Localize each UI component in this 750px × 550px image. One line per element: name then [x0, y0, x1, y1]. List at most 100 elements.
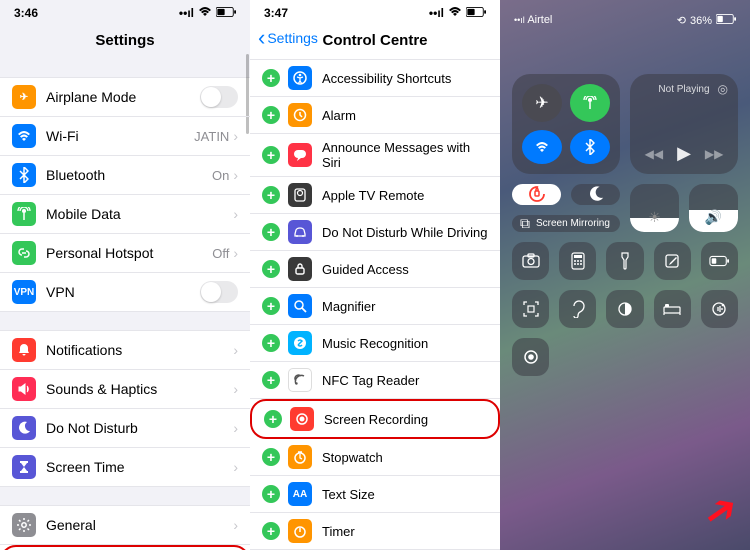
chevron-right-icon: ›	[233, 517, 238, 533]
chevron-right-icon: ›	[233, 342, 238, 358]
airplane-toggle[interactable]: ✈	[522, 84, 562, 122]
item-label: Accessibility Shortcuts	[322, 71, 488, 86]
hearing-tile[interactable]	[559, 290, 596, 328]
screen-mirroring-icon: ⧉	[520, 215, 530, 232]
car-icon	[288, 220, 312, 244]
bell-icon	[12, 338, 36, 362]
battery-icon	[716, 14, 736, 27]
status-bar: 3:47 ••ıl	[250, 0, 500, 24]
media-module[interactable]: ◎ Not Playing ◀◀ ▶ ▶▶	[630, 74, 738, 174]
cc-item-text-size[interactable]: +AAText Size	[250, 476, 500, 513]
volume-slider[interactable]: 🔊	[689, 184, 738, 232]
low-power-tile[interactable]	[701, 242, 738, 280]
status-indicators: ••ıl	[179, 6, 236, 20]
chevron-right-icon: ›	[233, 420, 238, 436]
gear-icon	[12, 513, 36, 537]
add-button[interactable]: +	[262, 260, 280, 278]
settings-row-wi-fi[interactable]: Wi-FiJATIN›	[0, 117, 250, 156]
sound-tile[interactable]	[701, 290, 738, 328]
notes-tile[interactable]	[654, 242, 691, 280]
toggle[interactable]	[200, 281, 238, 303]
cc-item-music-recognition[interactable]: +Music Recognition	[250, 325, 500, 362]
add-button[interactable]: +	[262, 371, 280, 389]
dark-mode-tile[interactable]	[606, 290, 643, 328]
cc-item-stopwatch[interactable]: +Stopwatch	[250, 439, 500, 476]
row-label: Bluetooth	[46, 167, 212, 183]
rec-icon	[290, 407, 314, 431]
cc-item-do-not-disturb-while-driving[interactable]: +Do Not Disturb While Driving	[250, 214, 500, 251]
cc-item-accessibility-shortcuts[interactable]: + Accessibility Shortcuts	[250, 60, 500, 97]
chevron-right-icon: ›	[233, 128, 238, 144]
page-title: Settings	[0, 24, 250, 59]
cc-item-screen-recording[interactable]: +Screen Recording	[250, 399, 500, 439]
settings-row-notifications[interactable]: Notifications›	[0, 331, 250, 370]
next-track-icon[interactable]: ▶▶	[705, 147, 723, 161]
add-button[interactable]: +	[262, 485, 280, 503]
camera-tile[interactable]	[512, 242, 549, 280]
calculator-tile[interactable]	[559, 242, 596, 280]
rotation-lock-icon: ⟲	[677, 14, 686, 27]
msg-icon	[288, 143, 312, 167]
wifi-toggle[interactable]	[522, 130, 562, 164]
screen-mirroring-tile[interactable]: ⧉ Screen Mirroring	[512, 215, 620, 233]
cc-item-alarm[interactable]: +Alarm	[250, 97, 500, 134]
battery-percent: 36%	[690, 15, 712, 27]
settings-row-personal-hotspot[interactable]: Personal HotspotOff›	[0, 234, 250, 273]
add-button[interactable]: +	[262, 146, 280, 164]
screen-record-tile[interactable]	[512, 338, 549, 376]
settings-row-airplane-mode[interactable]: ✈Airplane Mode	[0, 78, 250, 117]
toggle[interactable]	[200, 86, 238, 108]
signal-icon: ••ıl	[429, 6, 444, 20]
add-button[interactable]: +	[262, 106, 280, 124]
cc-item-timer[interactable]: +Timer	[250, 513, 500, 550]
add-button[interactable]: +	[262, 186, 280, 204]
settings-row-vpn[interactable]: VPNVPN	[0, 273, 250, 311]
bluetooth-toggle[interactable]	[570, 130, 610, 164]
wifi-icon	[448, 6, 462, 20]
mag-icon	[288, 294, 312, 318]
add-button[interactable]: +	[262, 522, 280, 540]
cc-item-guided-access[interactable]: +Guided Access	[250, 251, 500, 288]
settings-row-control-centre[interactable]: Control Centre›	[0, 545, 250, 550]
status-time: 3:46	[14, 6, 38, 20]
rotation-lock-tile[interactable]	[512, 184, 561, 205]
VPN-icon: VPN	[12, 280, 36, 304]
connectivity-module[interactable]: ✈	[512, 74, 620, 174]
brightness-icon: ☀	[648, 209, 661, 226]
sleep-tile[interactable]	[654, 290, 691, 328]
settings-row-do-not-disturb[interactable]: Do Not Disturb›	[0, 409, 250, 448]
settings-row-screen-time[interactable]: Screen Time›	[0, 448, 250, 486]
page-title: Control Centre	[323, 32, 428, 49]
cc-item-magnifier[interactable]: + Magnifier	[250, 288, 500, 325]
airplay-icon[interactable]: ◎	[718, 82, 728, 96]
status-bar: 3:46 ••ıl	[0, 0, 250, 24]
add-button[interactable]: +	[264, 410, 282, 428]
cc-item-apple-tv-remote[interactable]: +Apple TV Remote	[250, 177, 500, 214]
add-button[interactable]: +	[262, 448, 280, 466]
settings-row-mobile-data[interactable]: Mobile Data›	[0, 195, 250, 234]
add-button[interactable]: +	[262, 334, 280, 352]
link-icon	[12, 241, 36, 265]
cc-item-nfc-tag-reader[interactable]: +NFC Tag Reader	[250, 362, 500, 399]
add-button[interactable]: +	[262, 223, 280, 241]
dnd-tile[interactable]	[571, 184, 620, 205]
chevron-right-icon: ›	[233, 459, 238, 475]
settings-row-general[interactable]: General›	[0, 506, 250, 545]
prev-track-icon[interactable]: ◀◀	[645, 147, 663, 161]
settings-row-bluetooth[interactable]: BluetoothOn›	[0, 156, 250, 195]
mobile-data-toggle[interactable]	[570, 84, 610, 122]
qr-tile[interactable]	[512, 290, 549, 328]
add-button[interactable]: +	[262, 69, 280, 87]
play-icon[interactable]: ▶	[677, 143, 691, 164]
row-label: Notifications	[46, 342, 233, 358]
settings-row-sounds-haptics[interactable]: Sounds & Haptics›	[0, 370, 250, 409]
flashlight-tile[interactable]	[606, 242, 643, 280]
cc-item-announce-messages-with-siri[interactable]: +Announce Messages with Siri	[250, 134, 500, 177]
item-label: Magnifier	[322, 299, 488, 314]
chevron-right-icon: ›	[233, 381, 238, 397]
back-button[interactable]: Settings	[258, 30, 318, 46]
timer-icon	[288, 519, 312, 543]
add-button[interactable]: +	[262, 297, 280, 315]
row-label: Sounds & Haptics	[46, 381, 233, 397]
brightness-slider[interactable]: ☀	[630, 184, 679, 232]
